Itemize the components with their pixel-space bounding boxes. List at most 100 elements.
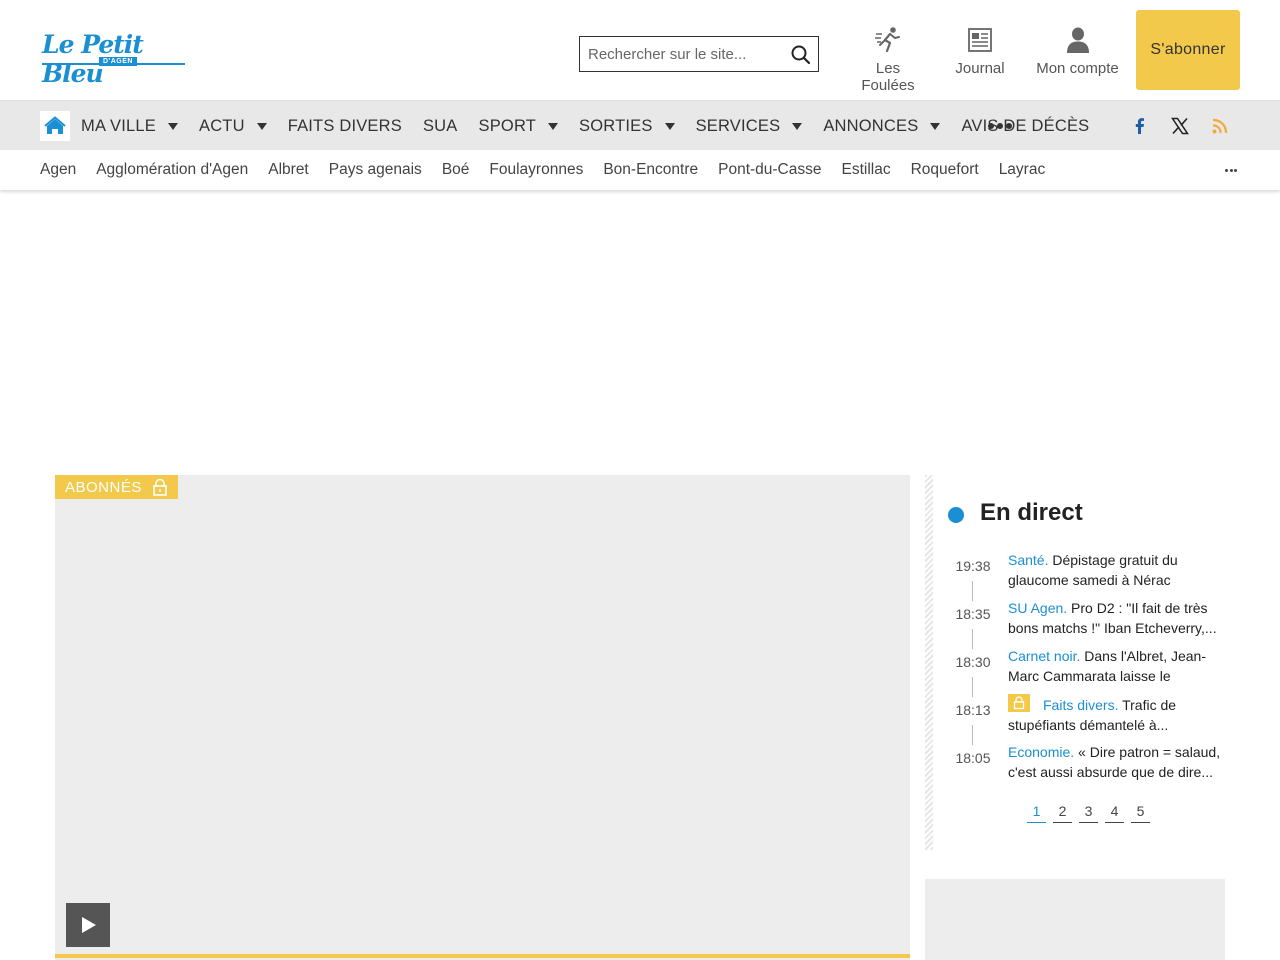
live-item-time: 18:30 xyxy=(955,654,991,670)
live-item[interactable]: 18:30 Carnet noir. Dans l'Albret, Jean-M… xyxy=(925,644,1225,697)
nav-item-label: Faits divers xyxy=(287,116,402,135)
live-item-text: Santé. Dépistage gratuit du glaucome sam… xyxy=(1008,550,1223,590)
video-player[interactable]: ABONNÉS xyxy=(55,475,910,960)
lock-icon xyxy=(153,478,167,496)
live-item-text: Faits divers. Trafic de stupéfiants déma… xyxy=(1008,694,1223,734)
runner-icon xyxy=(875,27,900,53)
nav-item-sorties[interactable]: Sorties xyxy=(579,117,675,136)
play-button[interactable] xyxy=(66,903,110,947)
nav-item-label: Sport xyxy=(478,116,537,135)
live-item-text: Economie. « Dire patron = salaud, c'est … xyxy=(1008,742,1223,782)
dot-icon xyxy=(988,123,994,129)
newspaper-icon xyxy=(968,28,992,52)
nav-item-label: Ma ville xyxy=(81,116,156,135)
caret-down-icon xyxy=(548,122,559,130)
live-item-time: 18:13 xyxy=(955,702,991,718)
city-link[interactable]: Agen xyxy=(40,161,76,179)
city-link[interactable]: Agglomération d'Agen xyxy=(96,161,248,179)
page-link-active[interactable]: 1 xyxy=(1027,803,1046,823)
live-panel: En direct 19:38 Santé. Dépistage gratuit… xyxy=(925,475,1225,850)
nav-item-label: Avis de décès xyxy=(961,116,1090,135)
city-link[interactable]: Pont-du-Casse xyxy=(718,161,821,179)
foulees-link[interactable]: Les Foulées xyxy=(849,26,927,94)
caret-down-icon xyxy=(792,122,803,130)
page-link[interactable]: 2 xyxy=(1053,803,1072,823)
facebook-link[interactable] xyxy=(1130,116,1150,136)
journal-link[interactable]: Journal xyxy=(950,26,1010,77)
nav-item-label: Annonces xyxy=(823,116,919,135)
city-more-button[interactable] xyxy=(1225,169,1237,172)
nav-item-avis-de-deces[interactable]: Avis de décès xyxy=(961,117,1089,136)
caret-down-icon xyxy=(930,122,941,130)
live-item[interactable]: 19:38 Santé. Dépistage gratuit du glauco… xyxy=(925,548,1225,601)
page-link[interactable]: 4 xyxy=(1105,803,1124,823)
city-link[interactable]: Layrac xyxy=(999,161,1046,179)
subscribe-button[interactable]: S'abonner xyxy=(1136,10,1240,90)
city-link[interactable]: Foulayronnes xyxy=(489,161,583,179)
nav-item-sport[interactable]: Sport xyxy=(479,117,559,136)
dot-icon xyxy=(1006,123,1012,129)
caret-down-icon xyxy=(664,122,675,130)
nav-item-services[interactable]: Services xyxy=(696,117,803,136)
main-navigation: Ma ville Actu Faits divers SUA Sport Sor… xyxy=(0,100,1280,150)
more-menu-button[interactable] xyxy=(988,121,1012,131)
site-logo[interactable]: Le Petit Bleu D'AGEN xyxy=(42,30,188,88)
badge-label: ABONNÉS xyxy=(65,478,142,496)
search-button[interactable] xyxy=(790,44,812,66)
live-title: En direct xyxy=(980,499,1083,526)
dot-icon xyxy=(1229,169,1233,172)
home-button[interactable] xyxy=(40,111,70,141)
play-icon xyxy=(82,917,96,933)
live-item-category: Carnet noir. xyxy=(1008,648,1081,664)
rss-icon xyxy=(1212,118,1228,134)
city-link[interactable]: Albret xyxy=(268,161,309,179)
nav-item-label: SUA xyxy=(422,116,458,135)
live-pagination: 1 2 3 4 5 xyxy=(1027,803,1157,823)
live-item-text: SU Agen. Pro D2 : "Il fait de très bons … xyxy=(1008,598,1223,638)
sidebar-ad-placeholder xyxy=(925,879,1225,960)
city-link[interactable]: Boé xyxy=(442,161,470,179)
video-progress-bar xyxy=(55,954,910,958)
account-link[interactable]: Mon compte xyxy=(1030,26,1125,77)
home-icon xyxy=(44,116,66,134)
nav-item-sua[interactable]: SUA xyxy=(423,117,458,136)
foulees-label: Les Foulées xyxy=(861,60,915,94)
caret-down-icon xyxy=(167,122,178,130)
rss-link[interactable] xyxy=(1210,116,1230,136)
city-navigation: Agen Agglomération d'Agen Albret Pays ag… xyxy=(0,150,1280,190)
live-item-time: 19:38 xyxy=(955,558,991,574)
user-icon xyxy=(1066,27,1089,53)
premium-lock-icon xyxy=(1008,694,1030,712)
nav-item-annonces[interactable]: Annonces xyxy=(823,116,941,136)
live-item-category: Santé. xyxy=(1008,552,1049,568)
x-icon xyxy=(1171,117,1189,135)
page-link[interactable]: 5 xyxy=(1131,803,1150,823)
nav-item-actu[interactable]: Actu xyxy=(199,117,267,136)
logo-subtitle: D'AGEN xyxy=(99,57,137,66)
live-item-text: Carnet noir. Dans l'Albret, Jean-Marc Ca… xyxy=(1008,646,1223,686)
live-item-category: Faits divers. xyxy=(1043,697,1119,713)
city-link[interactable]: Estillac xyxy=(842,161,891,179)
city-link[interactable]: Bon-Encontre xyxy=(603,161,698,179)
dot-icon xyxy=(1225,169,1228,172)
dot-icon xyxy=(1234,169,1237,172)
live-item-time: 18:05 xyxy=(955,750,991,766)
city-link[interactable]: Pays agenais xyxy=(329,161,422,179)
nav-item-ma-ville[interactable]: Ma ville xyxy=(81,117,178,136)
dot-icon xyxy=(997,123,1003,129)
page-link[interactable]: 3 xyxy=(1079,803,1098,823)
live-item-time: 18:35 xyxy=(955,606,991,622)
x-link[interactable] xyxy=(1170,116,1190,136)
nav-item-faits-divers[interactable]: Faits divers xyxy=(288,117,402,136)
search-input[interactable] xyxy=(580,37,780,71)
site-header: Le Petit Bleu D'AGEN Les Foulées xyxy=(0,0,1280,100)
live-item[interactable]: 18:05 Economie. « Dire patron = salaud, … xyxy=(925,740,1225,788)
live-item-category: SU Agen. xyxy=(1008,600,1068,616)
journal-label: Journal xyxy=(955,60,1005,77)
live-item[interactable]: 18:35 SU Agen. Pro D2 : "Il fait de très… xyxy=(925,596,1225,649)
live-indicator-icon xyxy=(948,507,964,523)
account-label: Mon compte xyxy=(1036,60,1119,77)
nav-item-label: Sorties xyxy=(579,116,653,135)
live-item[interactable]: 18:13 Faits divers. Trafic de stupéfiant… xyxy=(925,692,1225,745)
city-link[interactable]: Roquefort xyxy=(911,161,979,179)
